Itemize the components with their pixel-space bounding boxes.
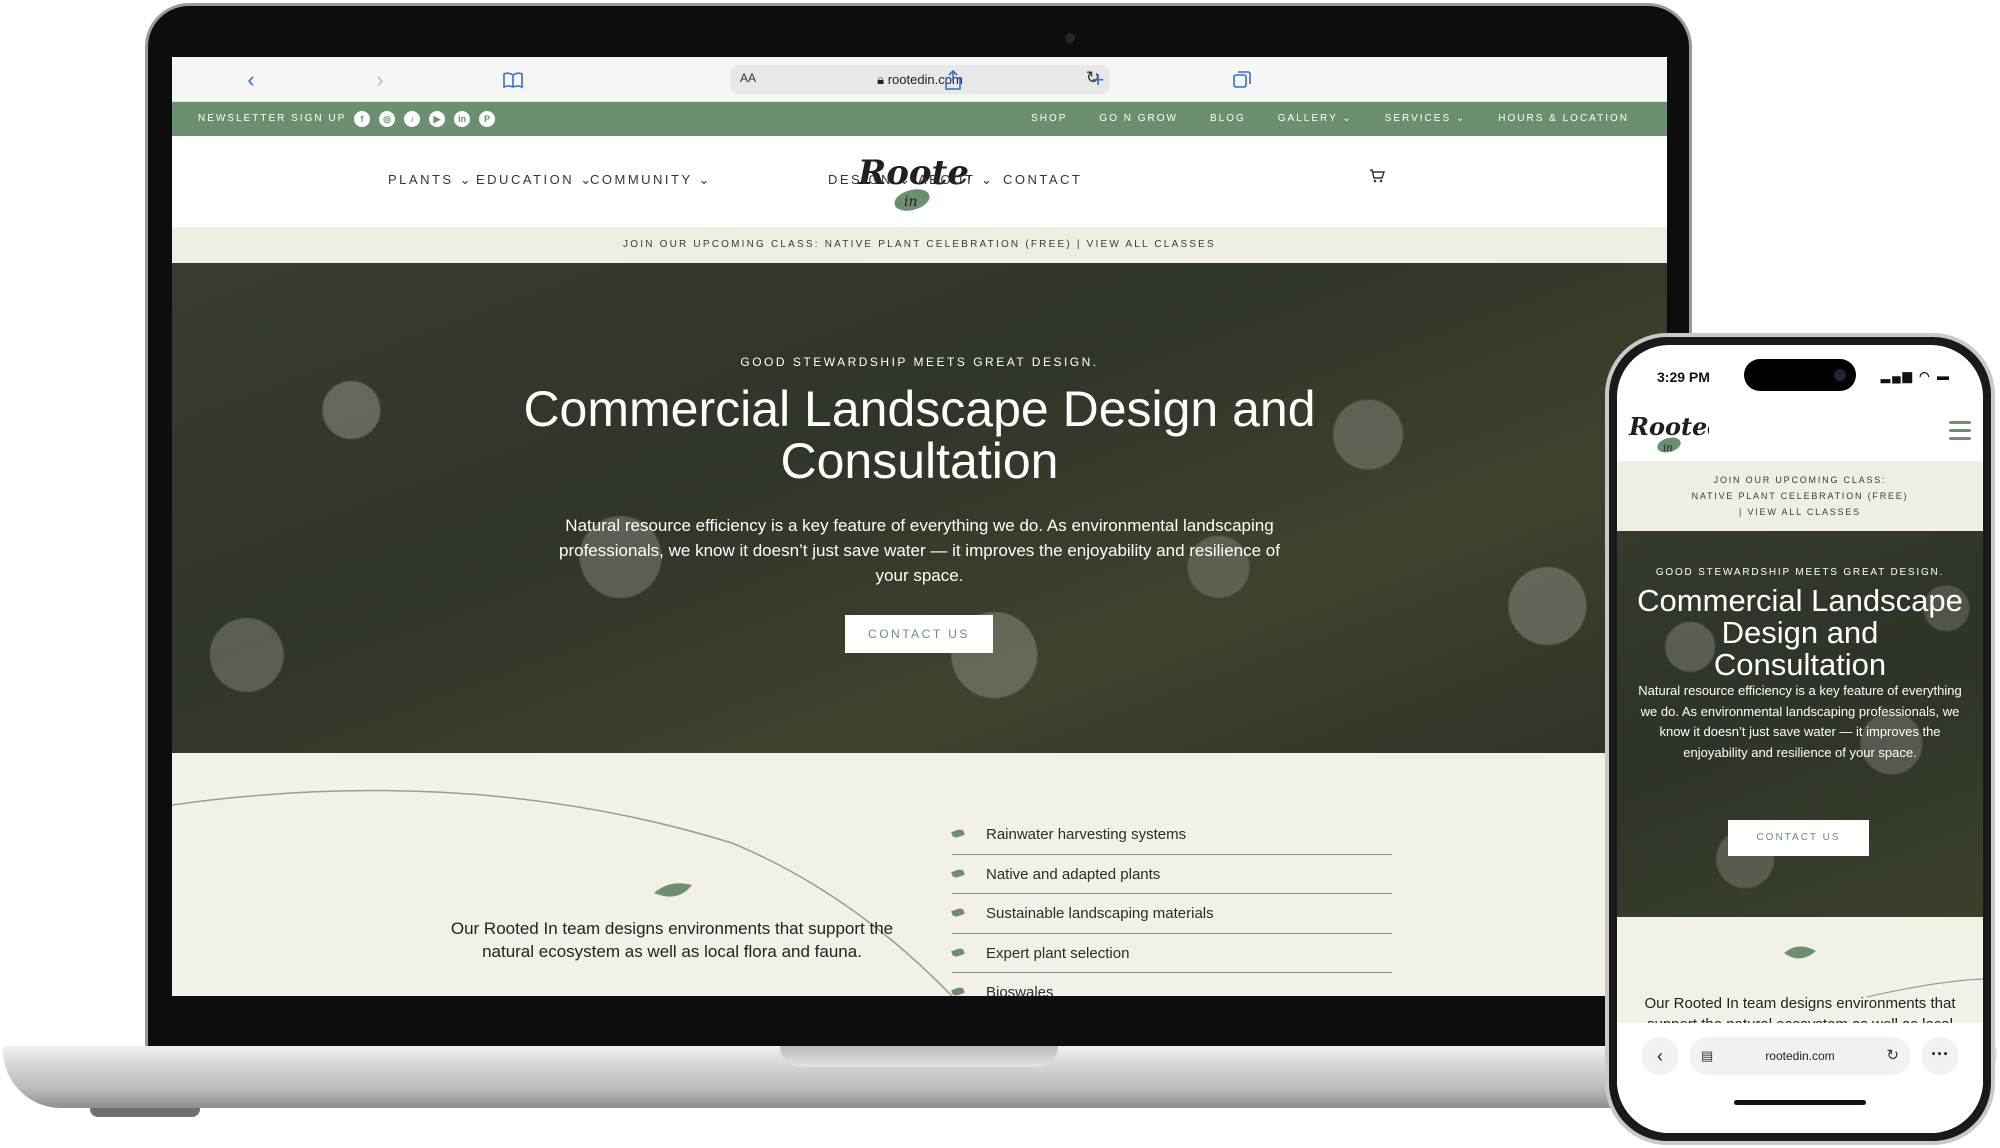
gallery-dropdown[interactable]: GALLERY ⌄: [1278, 113, 1353, 124]
hero-overlay: [172, 263, 1667, 753]
services-dropdown[interactable]: SERVICES ⌄: [1385, 113, 1467, 124]
announce-line: JOIN OUR UPCOMING CLASS:: [1713, 475, 1887, 485]
cart-icon[interactable]: [1369, 169, 1385, 187]
hero-description: Natural resource efficiency is a key fea…: [559, 516, 1280, 585]
team-description: Our Rooted In team designs environments …: [450, 919, 894, 961]
status-icons: ▂▄▆ ◠ ▬: [1880, 369, 1951, 383]
youtube-icon[interactable]: ▶: [429, 111, 445, 127]
leaf-bullet-icon: [951, 907, 965, 918]
list-item: Expert plant selection: [951, 934, 1392, 973]
hero-description: Natural resource efficiency is a key fea…: [1638, 683, 1962, 760]
hero-title: Commercial Landscape Design and Consulta…: [1637, 583, 1963, 682]
hero-kicker: GOOD STEWARDSHIP MEETS GREAT DESIGN.: [1655, 567, 1945, 578]
share-icon[interactable]: [938, 65, 968, 95]
hero-title: Commercial Landscape Design and Consulta…: [523, 381, 1316, 489]
logo-sub: in: [904, 194, 918, 210]
logo-wordmark: Rooted: [1628, 412, 1709, 441]
leaf-bullet-icon: [951, 867, 965, 879]
hero-section: GOOD STEWARDSHIP MEETS GREAT DESIGN. Com…: [1617, 531, 1983, 917]
shop-link[interactable]: SHOP: [1031, 113, 1067, 124]
hero-section: GOOD STEWARDSHIP MEETS GREAT DESIGN. Com…: [172, 263, 1667, 753]
nav-community[interactable]: COMMUNITY ⌄: [590, 172, 712, 188]
main-navigation: PLANTS ⌄ EDUCATION ⌄ COMMUNITY ⌄ Rooted …: [172, 136, 1667, 227]
back-icon[interactable]: ‹: [1641, 1037, 1679, 1075]
address-bar[interactable]: AA 🔒︎ rootedin.com ↻: [730, 65, 1110, 94]
address-bar[interactable]: ▤ rootedin.com ↻: [1689, 1037, 1911, 1075]
nav-design[interactable]: DESIGN ⌄: [828, 172, 912, 188]
leaf-bullet-icon: [951, 986, 965, 996]
nav-contact[interactable]: CONTACT: [1003, 172, 1082, 187]
rooted-in-logo[interactable]: Rooted in: [1627, 405, 1724, 457]
instagram-icon[interactable]: ◎: [379, 111, 395, 127]
class-announcement-bar[interactable]: JOIN OUR UPCOMING CLASS: NATIVE PLANT CE…: [172, 227, 1667, 263]
hamburger-menu-icon[interactable]: [1949, 421, 1971, 445]
mobile-browser-bar: ‹ ▤ rootedin.com ↻ ···: [1617, 1023, 1983, 1133]
list-item: Native and adapted plants: [951, 855, 1392, 894]
back-icon[interactable]: ‹: [236, 65, 266, 95]
feature-label: Expert plant selection: [986, 944, 1130, 962]
class-announcement-bar[interactable]: JOIN OUR UPCOMING CLASS: NATIVE PLANT CE…: [1617, 461, 1983, 531]
social-links: f ◎ ♪ ▶ in P: [354, 111, 495, 127]
bookmarks-icon[interactable]: [498, 65, 528, 95]
linkedin-icon[interactable]: in: [454, 111, 470, 127]
leaf-bullet-icon: [951, 946, 965, 958]
phone-screen: 3:29 PM ▂▄▆ ◠ ▬ Rooted in JOIN OUR UPCOM…: [1617, 345, 1983, 1133]
laptop-screen: ‹ › AA 🔒︎ rootedin.com ↻ + NEWSLETTER SI…: [172, 57, 1667, 996]
decorative-curve: [172, 789, 953, 996]
home-indicator: [1734, 1100, 1866, 1105]
status-time: 3:29 PM: [1657, 369, 1710, 385]
list-item: Bioswales: [951, 973, 1392, 996]
tiktok-icon[interactable]: ♪: [404, 111, 420, 127]
newsletter-signup-link[interactable]: NEWSLETTER SIGN UP: [198, 113, 346, 124]
blog-link[interactable]: BLOG: [1210, 113, 1246, 124]
reload-icon[interactable]: ↻: [1886, 1046, 1899, 1064]
new-tab-icon[interactable]: +: [1083, 65, 1113, 95]
leaf-icon: [654, 883, 692, 897]
facebook-icon[interactable]: f: [354, 111, 370, 127]
tabs-overview-icon[interactable]: [1227, 65, 1257, 95]
contact-us-button[interactable]: CONTACT US: [1728, 820, 1869, 856]
more-options-icon[interactable]: ···: [1921, 1037, 1959, 1075]
pinterest-icon[interactable]: P: [479, 111, 495, 127]
leaf-icon: [1784, 946, 1816, 959]
list-item: Sustainable landscaping materials: [951, 894, 1392, 934]
browser-toolbar: ‹ › AA 🔒︎ rootedin.com ↻ +: [172, 57, 1667, 102]
features-list: Rainwater harvesting systems Native and …: [951, 815, 1392, 996]
url-value: rootedin.com: [1765, 1049, 1835, 1063]
lock-icon: 🔒︎: [877, 72, 885, 87]
utility-bar: NEWSLETTER SIGN UP f ◎ ♪ ▶ in P SHOP GO …: [172, 102, 1667, 136]
forward-icon[interactable]: ›: [365, 65, 395, 95]
nav-plants[interactable]: PLANTS ⌄: [388, 172, 473, 188]
announce-line: NATIVE PLANT CELEBRATION (FREE): [1691, 491, 1909, 501]
hero-kicker: GOOD STEWARDSHIP MEETS GREAT DESIGN.: [740, 355, 1099, 369]
laptop-camera: [1065, 33, 1075, 43]
contact-us-button[interactable]: CONTACT US: [845, 615, 993, 653]
utility-links: SHOP GO N GROW BLOG GALLERY ⌄ SERVICES ⌄…: [1031, 113, 1629, 124]
feature-label: Bioswales: [986, 984, 1054, 996]
feature-label: Native and adapted plants: [986, 865, 1161, 883]
leaf-bullet-icon: [951, 828, 965, 839]
logo-sub: in: [1663, 443, 1673, 454]
laptop-opening-notch: [780, 1046, 1058, 1067]
laptop-foot: [90, 1108, 200, 1117]
feature-label: Sustainable landscaping materials: [986, 905, 1214, 922]
nav-about[interactable]: ABOUT ⌄: [918, 172, 995, 188]
services-section: Our Rooted In team designs environments …: [172, 753, 1667, 996]
dynamic-island: [1744, 359, 1856, 391]
hours-location-link[interactable]: HOURS & LOCATION: [1498, 113, 1629, 124]
nav-education[interactable]: EDUCATION ⌄: [476, 172, 594, 188]
go-n-grow-link[interactable]: GO N GROW: [1099, 113, 1178, 124]
url-text: 🔒︎ rootedin.com: [730, 72, 1110, 88]
list-item: Rainwater harvesting systems: [951, 815, 1392, 855]
feature-label: Rainwater harvesting systems: [986, 826, 1187, 843]
front-camera: [1834, 369, 1846, 381]
view-all-classes-link[interactable]: | VIEW ALL CLASSES: [1617, 504, 1983, 520]
